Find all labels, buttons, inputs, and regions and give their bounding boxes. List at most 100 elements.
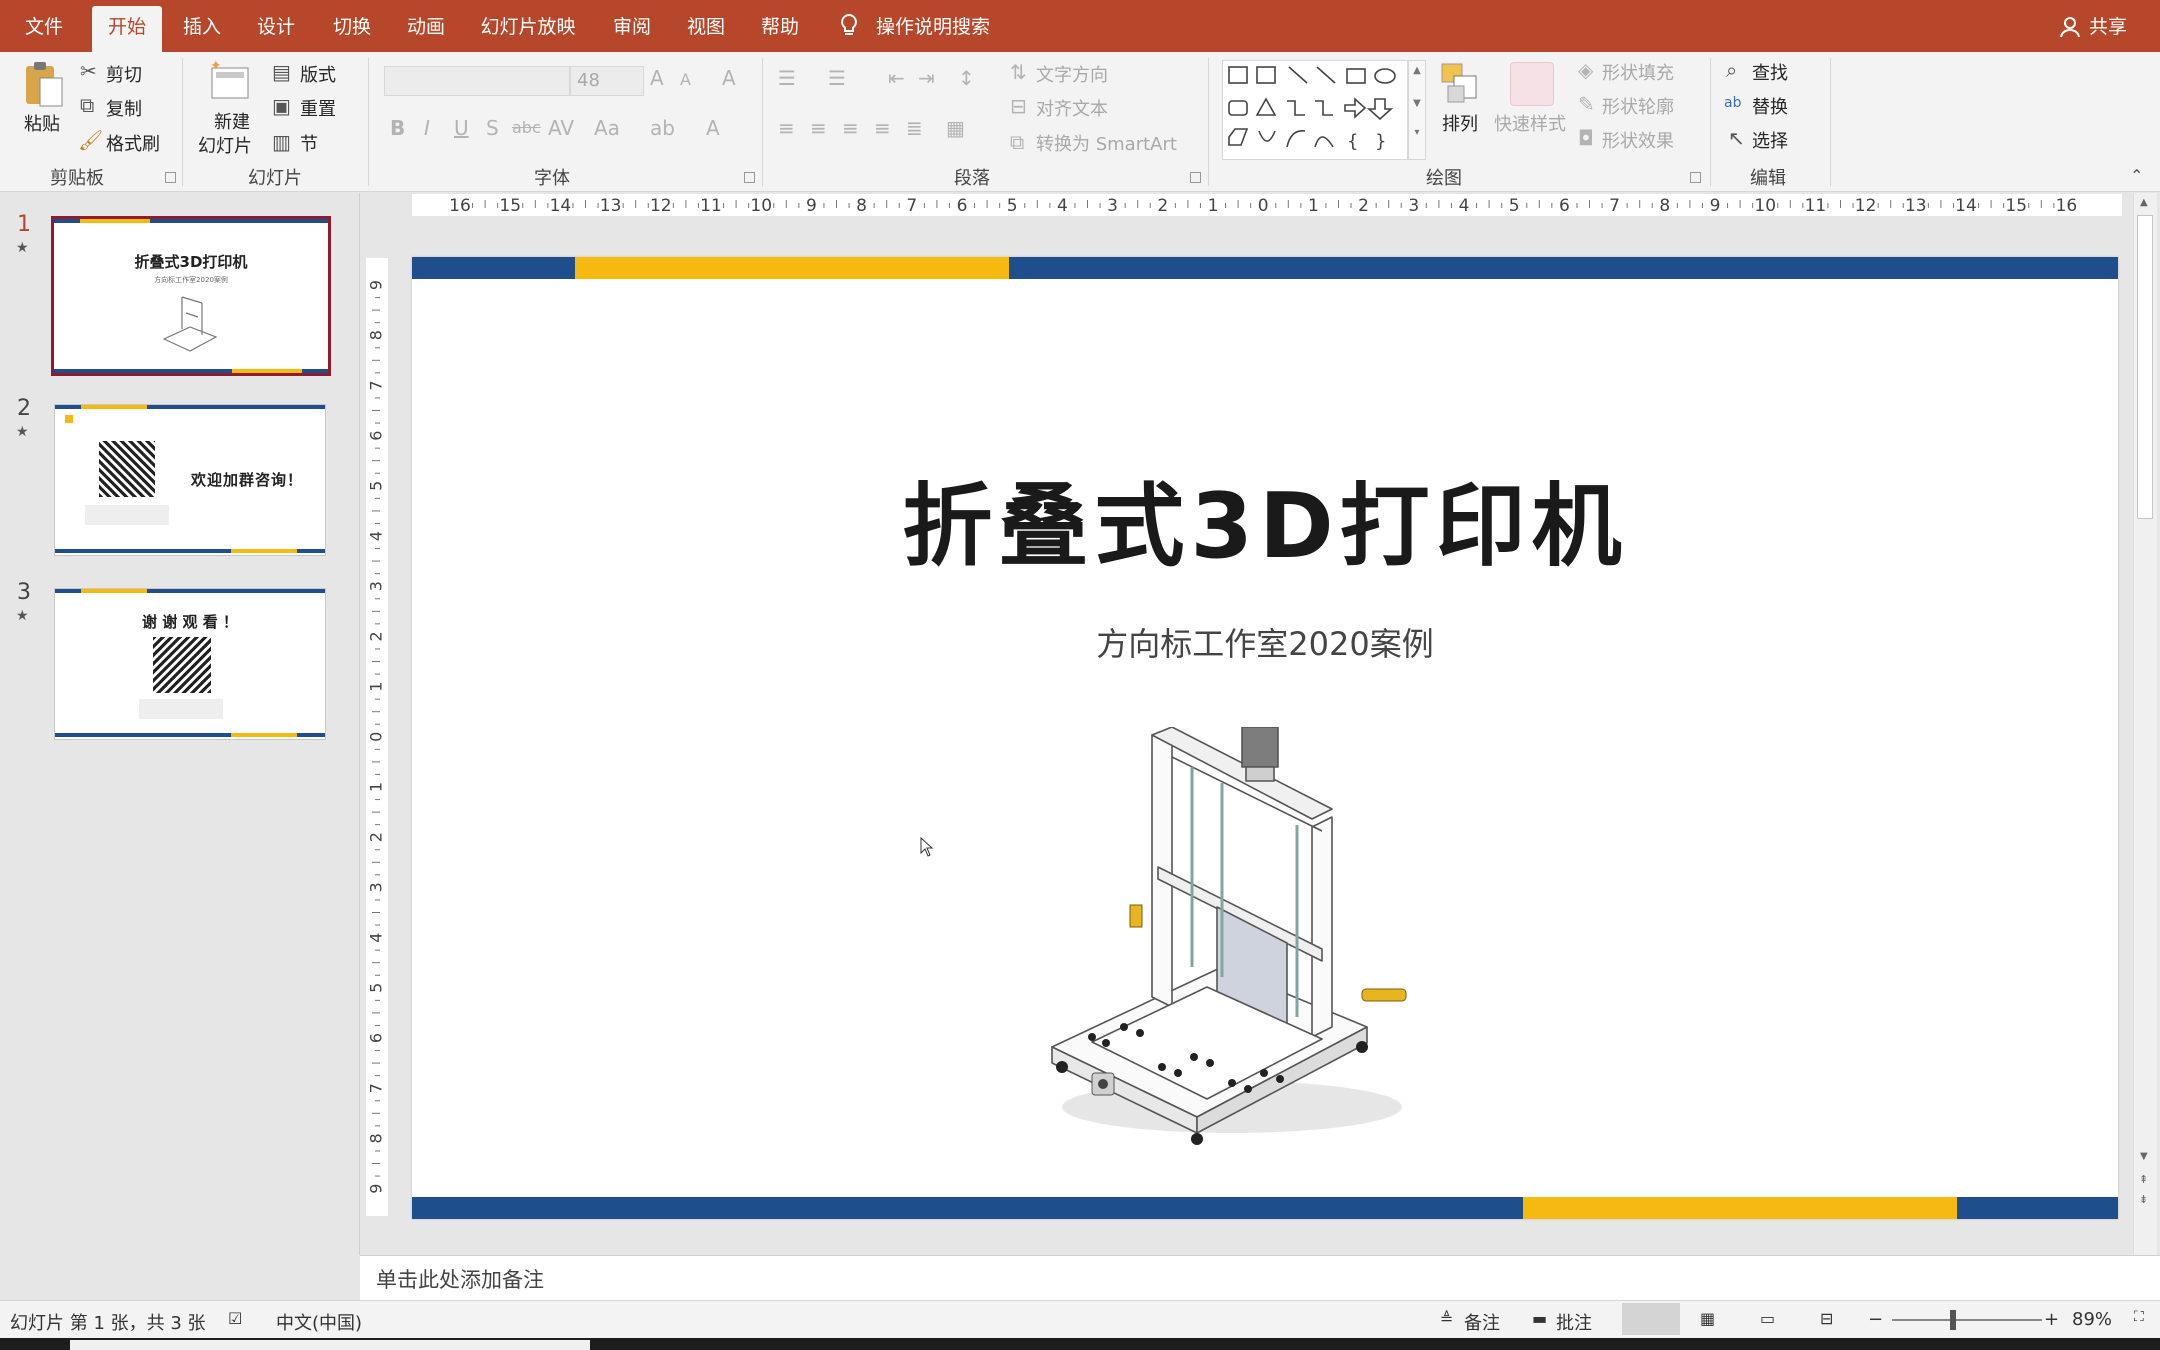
- text-direction-button[interactable]: 文字方向: [1036, 61, 1108, 87]
- quick-styles-button[interactable]: 快速样式: [1494, 110, 1566, 136]
- select-button[interactable]: 选择: [1752, 127, 1788, 153]
- paste-button[interactable]: 粘贴: [24, 110, 60, 136]
- slide-subtitle[interactable]: 方向标工作室2020案例: [412, 619, 2118, 665]
- tab-design[interactable]: 设计: [248, 0, 304, 52]
- font-size-box[interactable]: 48: [570, 66, 644, 96]
- distribute-icon[interactable]: ≣: [906, 118, 923, 138]
- tell-me-search[interactable]: 操作说明搜索: [876, 0, 996, 52]
- comments-toggle[interactable]: 批注: [1556, 1309, 1592, 1335]
- copy-button[interactable]: 复制: [106, 95, 142, 121]
- zoom-slider[interactable]: [1892, 1319, 2042, 1321]
- slide-thumbnail-1[interactable]: 折叠式3D打印机 方向标工作室2020案例: [51, 216, 331, 376]
- convert-smartart-button[interactable]: 转换为 SmartArt: [1036, 130, 1177, 156]
- tab-help[interactable]: 帮助: [752, 0, 808, 52]
- shape-fill-button[interactable]: 形状填充: [1602, 59, 1674, 85]
- grow-font-icon[interactable]: A: [650, 68, 664, 88]
- thumb-caption-box: [139, 699, 223, 719]
- zoom-out-icon[interactable]: −: [1868, 1309, 1883, 1330]
- notes-pane[interactable]: 单击此处添加备注: [360, 1255, 2160, 1300]
- tab-insert[interactable]: 插入: [174, 0, 230, 52]
- tab-view[interactable]: 视图: [678, 0, 734, 52]
- format-painter-button[interactable]: 格式刷: [106, 130, 160, 156]
- decrease-indent-icon[interactable]: ⇤: [888, 68, 905, 88]
- slide-title[interactable]: 折叠式3D打印机: [412, 453, 2118, 583]
- find-button[interactable]: 查找: [1752, 59, 1788, 85]
- arrange-button[interactable]: 排列: [1442, 110, 1478, 136]
- new-slide-icon[interactable]: ✦: [208, 58, 252, 104]
- slide-sorter-icon[interactable]: ▦: [1700, 1309, 1715, 1328]
- underline-icon[interactable]: U: [454, 118, 469, 138]
- clipboard-launcher-icon[interactable]: [165, 172, 176, 183]
- strikethrough-icon[interactable]: abc: [512, 120, 541, 136]
- ruler-tick-label: 13: [1905, 196, 1927, 216]
- spacing-icon[interactable]: AV: [548, 118, 574, 138]
- new-slide-label-2[interactable]: 幻灯片: [198, 132, 252, 158]
- highlight-icon[interactable]: ab: [650, 118, 675, 138]
- shapes-gallery[interactable]: {}: [1222, 60, 1408, 160]
- numbering-icon[interactable]: ☰: [828, 68, 846, 88]
- taskbar-search-box[interactable]: [70, 1340, 590, 1350]
- bullets-icon[interactable]: ☰: [778, 68, 796, 88]
- collapse-ribbon-icon[interactable]: ⌃: [2130, 168, 2143, 184]
- gallery-scroll[interactable]: ▲ ▼ ▾: [1408, 60, 1426, 160]
- scroll-thumb[interactable]: [2137, 215, 2153, 519]
- section-button[interactable]: 节: [300, 130, 318, 156]
- shape-effects-button[interactable]: 形状效果: [1602, 127, 1674, 153]
- slide-canvas[interactable]: 折叠式3D打印机 方向标工作室2020案例: [412, 257, 2118, 1219]
- zoom-slider-thumb[interactable]: [1950, 1310, 1956, 1330]
- notes-placeholder[interactable]: 单击此处添加备注: [376, 1264, 544, 1294]
- tab-review[interactable]: 审阅: [604, 0, 660, 52]
- menu-file[interactable]: 文件: [14, 0, 74, 52]
- align-left-icon[interactable]: ≡: [778, 118, 795, 138]
- zoom-in-icon[interactable]: +: [2044, 1309, 2059, 1330]
- tab-slideshow[interactable]: 幻灯片放映: [476, 0, 580, 52]
- slide-thumbnail-3[interactable]: 谢 谢 观 看 ！: [54, 588, 326, 740]
- share-button[interactable]: 共享: [2086, 0, 2130, 52]
- italic-icon[interactable]: I: [424, 118, 430, 138]
- vertical-scrollbar[interactable]: ▲ ▼ ⇞ ⇟: [2133, 193, 2157, 1255]
- case-icon[interactable]: Aa: [594, 118, 620, 138]
- reset-button[interactable]: 重置: [300, 95, 336, 121]
- align-text-icon: ⊟: [1010, 94, 1027, 118]
- arrange-icon[interactable]: [1440, 62, 1482, 106]
- font-color-icon[interactable]: A: [706, 118, 720, 138]
- normal-view-icon[interactable]: [1622, 1303, 1680, 1335]
- justify-icon[interactable]: ≡: [874, 118, 891, 138]
- columns-icon[interactable]: ▦: [946, 118, 965, 138]
- vertical-ruler: 9 8 7 6 5 4 3 2 1 0 1 2 3 4 5 6 7 8 9: [366, 258, 388, 1216]
- layout-button[interactable]: 版式: [300, 61, 336, 87]
- fit-to-window-icon[interactable]: ⛶: [2134, 1309, 2144, 1325]
- font-name-box[interactable]: [384, 66, 570, 96]
- bottom-gold-bar: [1523, 1197, 1957, 1219]
- cut-button[interactable]: 剪切: [106, 61, 142, 87]
- tab-home[interactable]: 开始: [92, 6, 162, 52]
- clear-format-icon[interactable]: A: [722, 68, 736, 88]
- printer-3d-image[interactable]: [1032, 726, 1452, 1157]
- paragraph-launcher-icon[interactable]: [1190, 172, 1201, 183]
- quick-styles-icon[interactable]: [1510, 62, 1554, 106]
- ruler-tick-label: 12: [1855, 196, 1877, 216]
- font-launcher-icon[interactable]: [744, 172, 755, 183]
- replace-button[interactable]: 替换: [1752, 93, 1788, 119]
- shrink-font-icon[interactable]: A: [680, 72, 691, 88]
- align-center-icon[interactable]: ≡: [810, 118, 827, 138]
- language-indicator[interactable]: 中文(中国): [276, 1309, 362, 1335]
- slideshow-icon[interactable]: ⊟: [1820, 1309, 1833, 1328]
- slide-thumbnail-2[interactable]: 欢迎加群咨询！: [54, 404, 326, 556]
- tab-transitions[interactable]: 切换: [324, 0, 380, 52]
- reading-view-icon[interactable]: ▭: [1760, 1309, 1775, 1328]
- drawing-launcher-icon[interactable]: [1690, 172, 1701, 183]
- shadow-icon[interactable]: S: [486, 118, 499, 138]
- zoom-level[interactable]: 89%: [2072, 1309, 2112, 1330]
- align-right-icon[interactable]: ≡: [842, 118, 859, 138]
- spellcheck-icon[interactable]: ☑: [228, 1309, 242, 1328]
- increase-indent-icon[interactable]: ⇥: [918, 68, 935, 88]
- line-spacing-icon[interactable]: ↕: [958, 68, 975, 88]
- new-slide-label-1[interactable]: 新建: [214, 108, 250, 134]
- bold-icon[interactable]: B: [390, 118, 405, 138]
- align-text-button[interactable]: 对齐文本: [1036, 95, 1108, 121]
- shape-outline-button[interactable]: 形状轮廓: [1602, 93, 1674, 119]
- paste-icon[interactable]: [22, 60, 66, 110]
- notes-toggle[interactable]: 备注: [1464, 1309, 1500, 1335]
- tab-animations[interactable]: 动画: [398, 0, 454, 52]
